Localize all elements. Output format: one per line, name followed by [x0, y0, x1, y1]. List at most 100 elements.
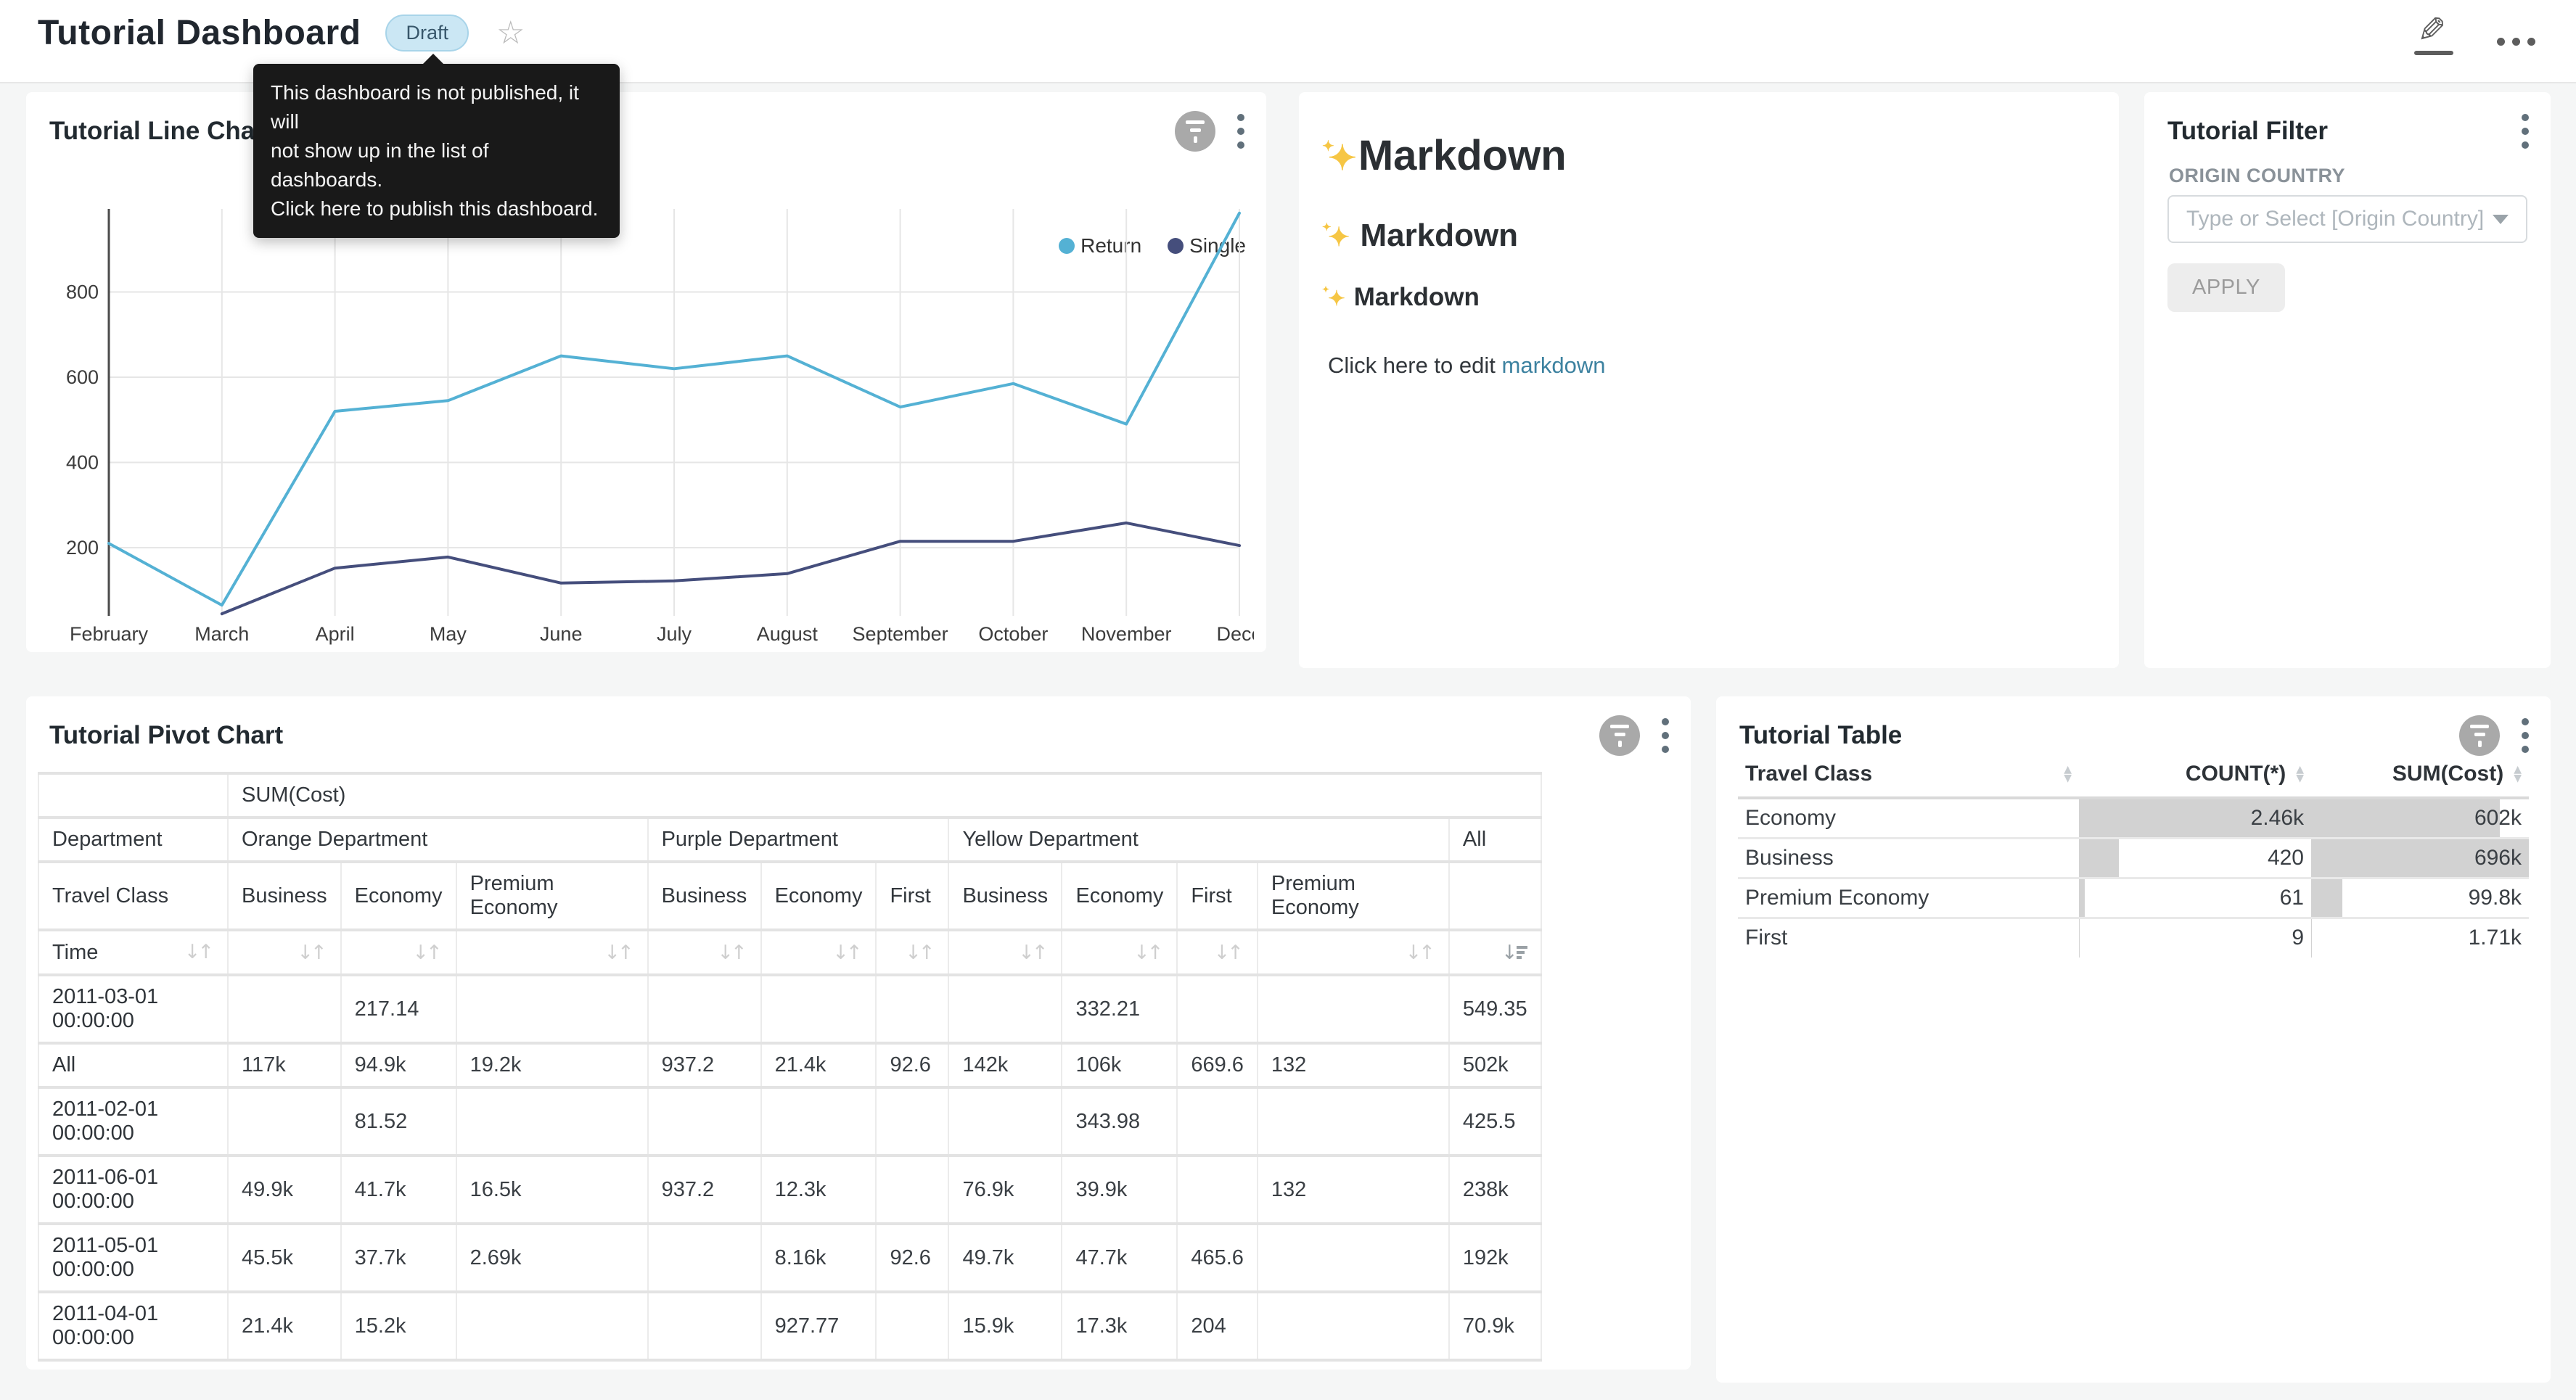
pivot-group-header: Yellow Department [948, 818, 1448, 862]
pivot-cell [1258, 1087, 1449, 1156]
column-header-count[interactable]: COUNT(*)▲▼ [2079, 752, 2311, 798]
header-more-menu-icon[interactable] [2497, 25, 2535, 46]
pivot-cell: 204 [1177, 1292, 1258, 1360]
markdown-edit-link[interactable]: markdown [1502, 353, 1606, 378]
column-header-sum-cost[interactable]: SUM(Cost)▲▼ [2311, 752, 2529, 798]
pivot-sort-cell: ↓↑ [1258, 930, 1449, 975]
pivot-cell: 927.77 [761, 1292, 877, 1360]
table-menu-icon[interactable] [2519, 715, 2532, 756]
sort-icon[interactable]: ↓↑ [184, 941, 214, 963]
count-bar [2079, 919, 2080, 958]
pivot-cell: 21.4k [228, 1292, 341, 1360]
pivot-all-header: All [1449, 818, 1541, 862]
pivot-subcol-header: Economy [1062, 862, 1177, 930]
table-panel-title: Tutorial Table [1739, 721, 1902, 750]
sort-icon[interactable]: ↓↑ [1133, 942, 1163, 964]
tooltip-line: Click here to publish this dashboard. [271, 194, 602, 223]
pivot-row-label: All [38, 1043, 228, 1087]
pivot-cell [1258, 1292, 1449, 1360]
svg-text:August: August [757, 623, 819, 645]
sum-bar [2311, 879, 2342, 917]
table-filter-icon[interactable] [2459, 715, 2500, 756]
pivot-sort-cell: ↓↑ [648, 930, 761, 975]
pivot-sort-cell: ↓↑ [341, 930, 456, 975]
filter-panel-title: Tutorial Filter [2167, 117, 2328, 146]
pivot-cell [948, 975, 1062, 1043]
pivot-cell [761, 1087, 877, 1156]
sort-desc-icon[interactable]: ↓ [1501, 942, 1527, 964]
apply-button[interactable]: APPLY [2167, 263, 2285, 312]
pivot-metric-header: SUM(Cost) [228, 773, 1541, 818]
pivot-cell: 192k [1449, 1224, 1541, 1292]
pivot-cell: 937.2 [648, 1043, 761, 1087]
pivot-cell: 117k [228, 1043, 341, 1087]
pivot-cell [648, 1224, 761, 1292]
column-header-travel-class[interactable]: Travel Class▲▼ [1738, 752, 2079, 798]
pivot-cell: 81.52 [341, 1087, 456, 1156]
pivot-cell: 45.5k [228, 1224, 341, 1292]
markdown-panel: ✦Markdown ✦ Markdown ✦ Markdown Click he… [1299, 92, 2119, 668]
pivot-cell: 132 [1258, 1156, 1449, 1224]
line-chart: 200400600800FebruaryMarchAprilMayJuneJul… [35, 104, 1254, 648]
pivot-cell: 343.98 [1062, 1087, 1177, 1156]
pivot-cell [948, 1087, 1062, 1156]
svg-text:June: June [540, 623, 583, 645]
pivot-cell: 49.7k [948, 1224, 1062, 1292]
pivot-chart-panel: Tutorial Pivot Chart SUM(Cost)Department… [26, 696, 1691, 1370]
pivot-sort-cell: ↓↑ [228, 930, 341, 975]
sort-caret-icon[interactable]: ▲▼ [2064, 765, 2072, 783]
filter-menu-icon[interactable] [2519, 111, 2532, 152]
pivot-cell: 425.5 [1449, 1087, 1541, 1156]
sort-icon[interactable]: ↓↑ [905, 942, 935, 964]
pivot-cell [648, 975, 761, 1043]
page-title: Tutorial Dashboard [38, 13, 361, 53]
pivot-cell: 92.6 [876, 1043, 948, 1087]
pivot-department-label: Department [38, 818, 228, 862]
pivot-filter-icon[interactable] [1599, 715, 1640, 756]
edit-dashboard-icon[interactable]: ✎ [2417, 15, 2455, 55]
pivot-subcol-header: Economy [761, 862, 877, 930]
sort-icon[interactable]: ↓↑ [604, 942, 633, 964]
pivot-cell: 39.9k [1062, 1156, 1177, 1224]
pivot-cell [456, 1292, 648, 1360]
pivot-cell [876, 1087, 948, 1156]
sort-icon[interactable]: ↓↑ [717, 942, 747, 964]
travel-class-cell: Business [1738, 838, 2079, 878]
pivot-row: 2011-06-01 00:00:0049.9k41.7k16.5k937.21… [38, 1156, 1541, 1224]
pivot-subcol-header: First [876, 862, 948, 930]
pivot-cell: 47.7k [1062, 1224, 1177, 1292]
pivot-cell: 332.21 [1062, 975, 1177, 1043]
sort-icon[interactable]: ↓↑ [1406, 942, 1435, 964]
pivot-row-label: 2011-04-01 00:00:00 [38, 1292, 228, 1360]
origin-country-select[interactable]: Type or Select [Origin Country] [2167, 195, 2527, 243]
pivot-cell: 15.9k [948, 1292, 1062, 1360]
pivot-cell: 94.9k [341, 1043, 456, 1087]
pivot-cell: 15.2k [341, 1292, 456, 1360]
pivot-cell: 41.7k [341, 1156, 456, 1224]
favorite-star-icon[interactable]: ☆ [496, 15, 525, 52]
pivot-subcol-header: Economy [341, 862, 456, 930]
sum-bar [2311, 799, 2500, 837]
sort-caret-icon[interactable]: ▲▼ [2296, 765, 2304, 783]
pivot-table: SUM(Cost)DepartmentOrange DepartmentPurp… [38, 772, 1542, 1362]
pivot-group-header: Purple Department [648, 818, 949, 862]
sort-icon[interactable]: ↓↑ [297, 942, 327, 964]
pivot-cell: 106k [1062, 1043, 1177, 1087]
pivot-cell [456, 1087, 648, 1156]
pivot-subcol-header: First [1177, 862, 1258, 930]
pivot-cell [876, 975, 948, 1043]
data-table: Travel Class▲▼COUNT(*)▲▼SUM(Cost)▲▼ Econo… [1738, 752, 2529, 958]
pivot-menu-icon[interactable] [1659, 715, 1672, 756]
sort-icon[interactable]: ↓↑ [1018, 942, 1048, 964]
markdown-h1: ✦Markdown [1328, 131, 2090, 180]
sort-icon[interactable]: ↓↑ [412, 942, 442, 964]
pivot-cell [876, 1292, 948, 1360]
sort-icon[interactable]: ↓↑ [832, 942, 862, 964]
travel-class-cell: Economy [1738, 798, 2079, 838]
sort-caret-icon[interactable]: ▲▼ [2514, 765, 2522, 783]
draft-tooltip: This dashboard is not published, it will… [253, 64, 620, 238]
sort-icon[interactable]: ↓↑ [1214, 942, 1244, 964]
draft-badge[interactable]: Draft [385, 15, 469, 52]
pivot-cell: 37.7k [341, 1224, 456, 1292]
pivot-sort-cell: ↓ [1449, 930, 1541, 975]
